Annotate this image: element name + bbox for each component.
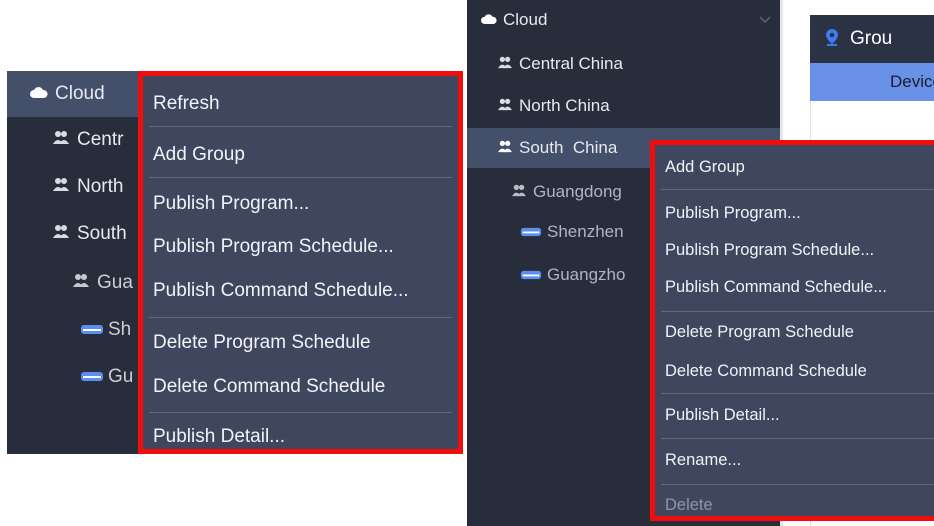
tree-label: Central China: [519, 54, 623, 73]
menu-separator: [661, 393, 934, 394]
tree-label: Centr: [77, 129, 124, 150]
menu-item-delete: Delete: [665, 496, 713, 514]
device-tab[interactable]: Device N: [810, 63, 934, 101]
tree-label: North: [77, 176, 124, 197]
group-header-title: Grou: [850, 28, 893, 49]
menu-item-publish-program[interactable]: Publish Program...: [665, 204, 930, 223]
tree-label: Guangdong: [533, 182, 622, 201]
group-icon: [495, 89, 515, 125]
right-tree-item-guangdong[interactable]: Guangdong: [509, 174, 622, 210]
tree-label: Cloud: [503, 10, 548, 29]
group-icon: [495, 131, 515, 167]
menu-separator: [661, 438, 934, 439]
menu-item-publish-detail[interactable]: Publish Detail...: [153, 426, 448, 448]
menu-separator: [149, 126, 452, 127]
menu-item-publish-program-schedule[interactable]: Publish Program Schedule...: [153, 236, 448, 258]
tree-label: Guangzho: [547, 265, 626, 284]
device-icon: [80, 311, 104, 351]
menu-separator: [149, 412, 452, 413]
left-tree-item-cloud[interactable]: Cloud: [27, 74, 105, 114]
menu-item-publish-program[interactable]: Publish Program...: [153, 193, 448, 215]
right-tree-item-guangzhou[interactable]: Guangzho: [519, 257, 625, 293]
group-header: Grou: [810, 15, 934, 63]
menu-item-publish-program-schedule[interactable]: Publish Program Schedule...: [665, 241, 930, 260]
right-context-menu: Add Group Publish Program... Publish Pro…: [650, 140, 934, 521]
tree-label: Cloud: [55, 83, 105, 104]
device-icon: [519, 215, 543, 251]
menu-item-publish-detail[interactable]: Publish Detail...: [665, 406, 930, 425]
cloud-icon: [479, 3, 499, 39]
tree-label: South China: [519, 138, 618, 157]
menu-item-publish-command-schedule[interactable]: Publish Command Schedule...: [153, 280, 448, 302]
menu-item-add-group[interactable]: Add Group: [665, 158, 930, 177]
location-pin-icon: [824, 17, 840, 46]
tree-label: North China: [519, 96, 610, 115]
tree-label: Shenzhen: [547, 222, 624, 241]
left-context-menu: Refresh Add Group Publish Program... Pub…: [138, 71, 463, 454]
menu-item-delete-program-schedule[interactable]: Delete Program Schedule: [153, 332, 448, 354]
group-icon: [49, 215, 73, 255]
device-icon: [80, 358, 104, 398]
menu-separator: [661, 311, 934, 312]
menu-separator: [661, 484, 934, 485]
menu-separator: [149, 317, 452, 318]
menu-item-refresh[interactable]: Refresh: [153, 93, 448, 115]
left-tree-item-south[interactable]: South: [49, 214, 127, 254]
tree-label: South: [77, 223, 127, 244]
group-icon: [49, 121, 73, 161]
device-icon: [519, 258, 543, 294]
menu-item-delete-command-schedule[interactable]: Delete Command Schedule: [665, 362, 930, 381]
right-tree-item-south-china[interactable]: South China: [495, 130, 617, 166]
tree-label: Sh: [108, 319, 132, 340]
tree-label: Gu: [108, 366, 134, 387]
menu-item-rename[interactable]: Rename...: [665, 451, 930, 470]
menu-item-delete-program-schedule[interactable]: Delete Program Schedule: [665, 323, 930, 342]
menu-item-add-group[interactable]: Add Group: [153, 144, 448, 166]
menu-item-publish-command-schedule[interactable]: Publish Command Schedule...: [665, 278, 930, 297]
right-tree-item-shenzhen[interactable]: Shenzhen: [519, 214, 624, 250]
left-tree-item-central[interactable]: Centr: [49, 120, 123, 160]
tree-label: Gua: [97, 272, 133, 293]
left-tree-item-guangdong[interactable]: Gua: [69, 263, 133, 303]
right-tree-children: Guangdong Shenzhen Guangzho: [467, 168, 650, 298]
group-icon: [49, 168, 73, 208]
right-tree-item-cloud[interactable]: Cloud: [479, 2, 779, 38]
cloud-icon: [27, 75, 51, 115]
menu-separator: [661, 189, 934, 190]
left-tree-item-shenzhen[interactable]: Sh: [80, 310, 131, 350]
left-tree-item-guangzhou[interactable]: Gu: [80, 357, 133, 397]
menu-item-delete-command-schedule[interactable]: Delete Command Schedule: [153, 376, 448, 398]
group-icon: [69, 264, 93, 304]
group-icon: [509, 175, 529, 211]
left-tree-item-north[interactable]: North: [49, 167, 123, 207]
group-icon: [495, 47, 515, 83]
chevron-down-icon[interactable]: [759, 2, 771, 38]
menu-separator: [149, 177, 452, 178]
left-device-tree: Cloud Centr North South Gua Sh Gu: [7, 71, 138, 454]
right-tree-item-central-china[interactable]: Central China: [495, 46, 623, 82]
right-tree-item-north-china[interactable]: North China: [495, 88, 610, 124]
